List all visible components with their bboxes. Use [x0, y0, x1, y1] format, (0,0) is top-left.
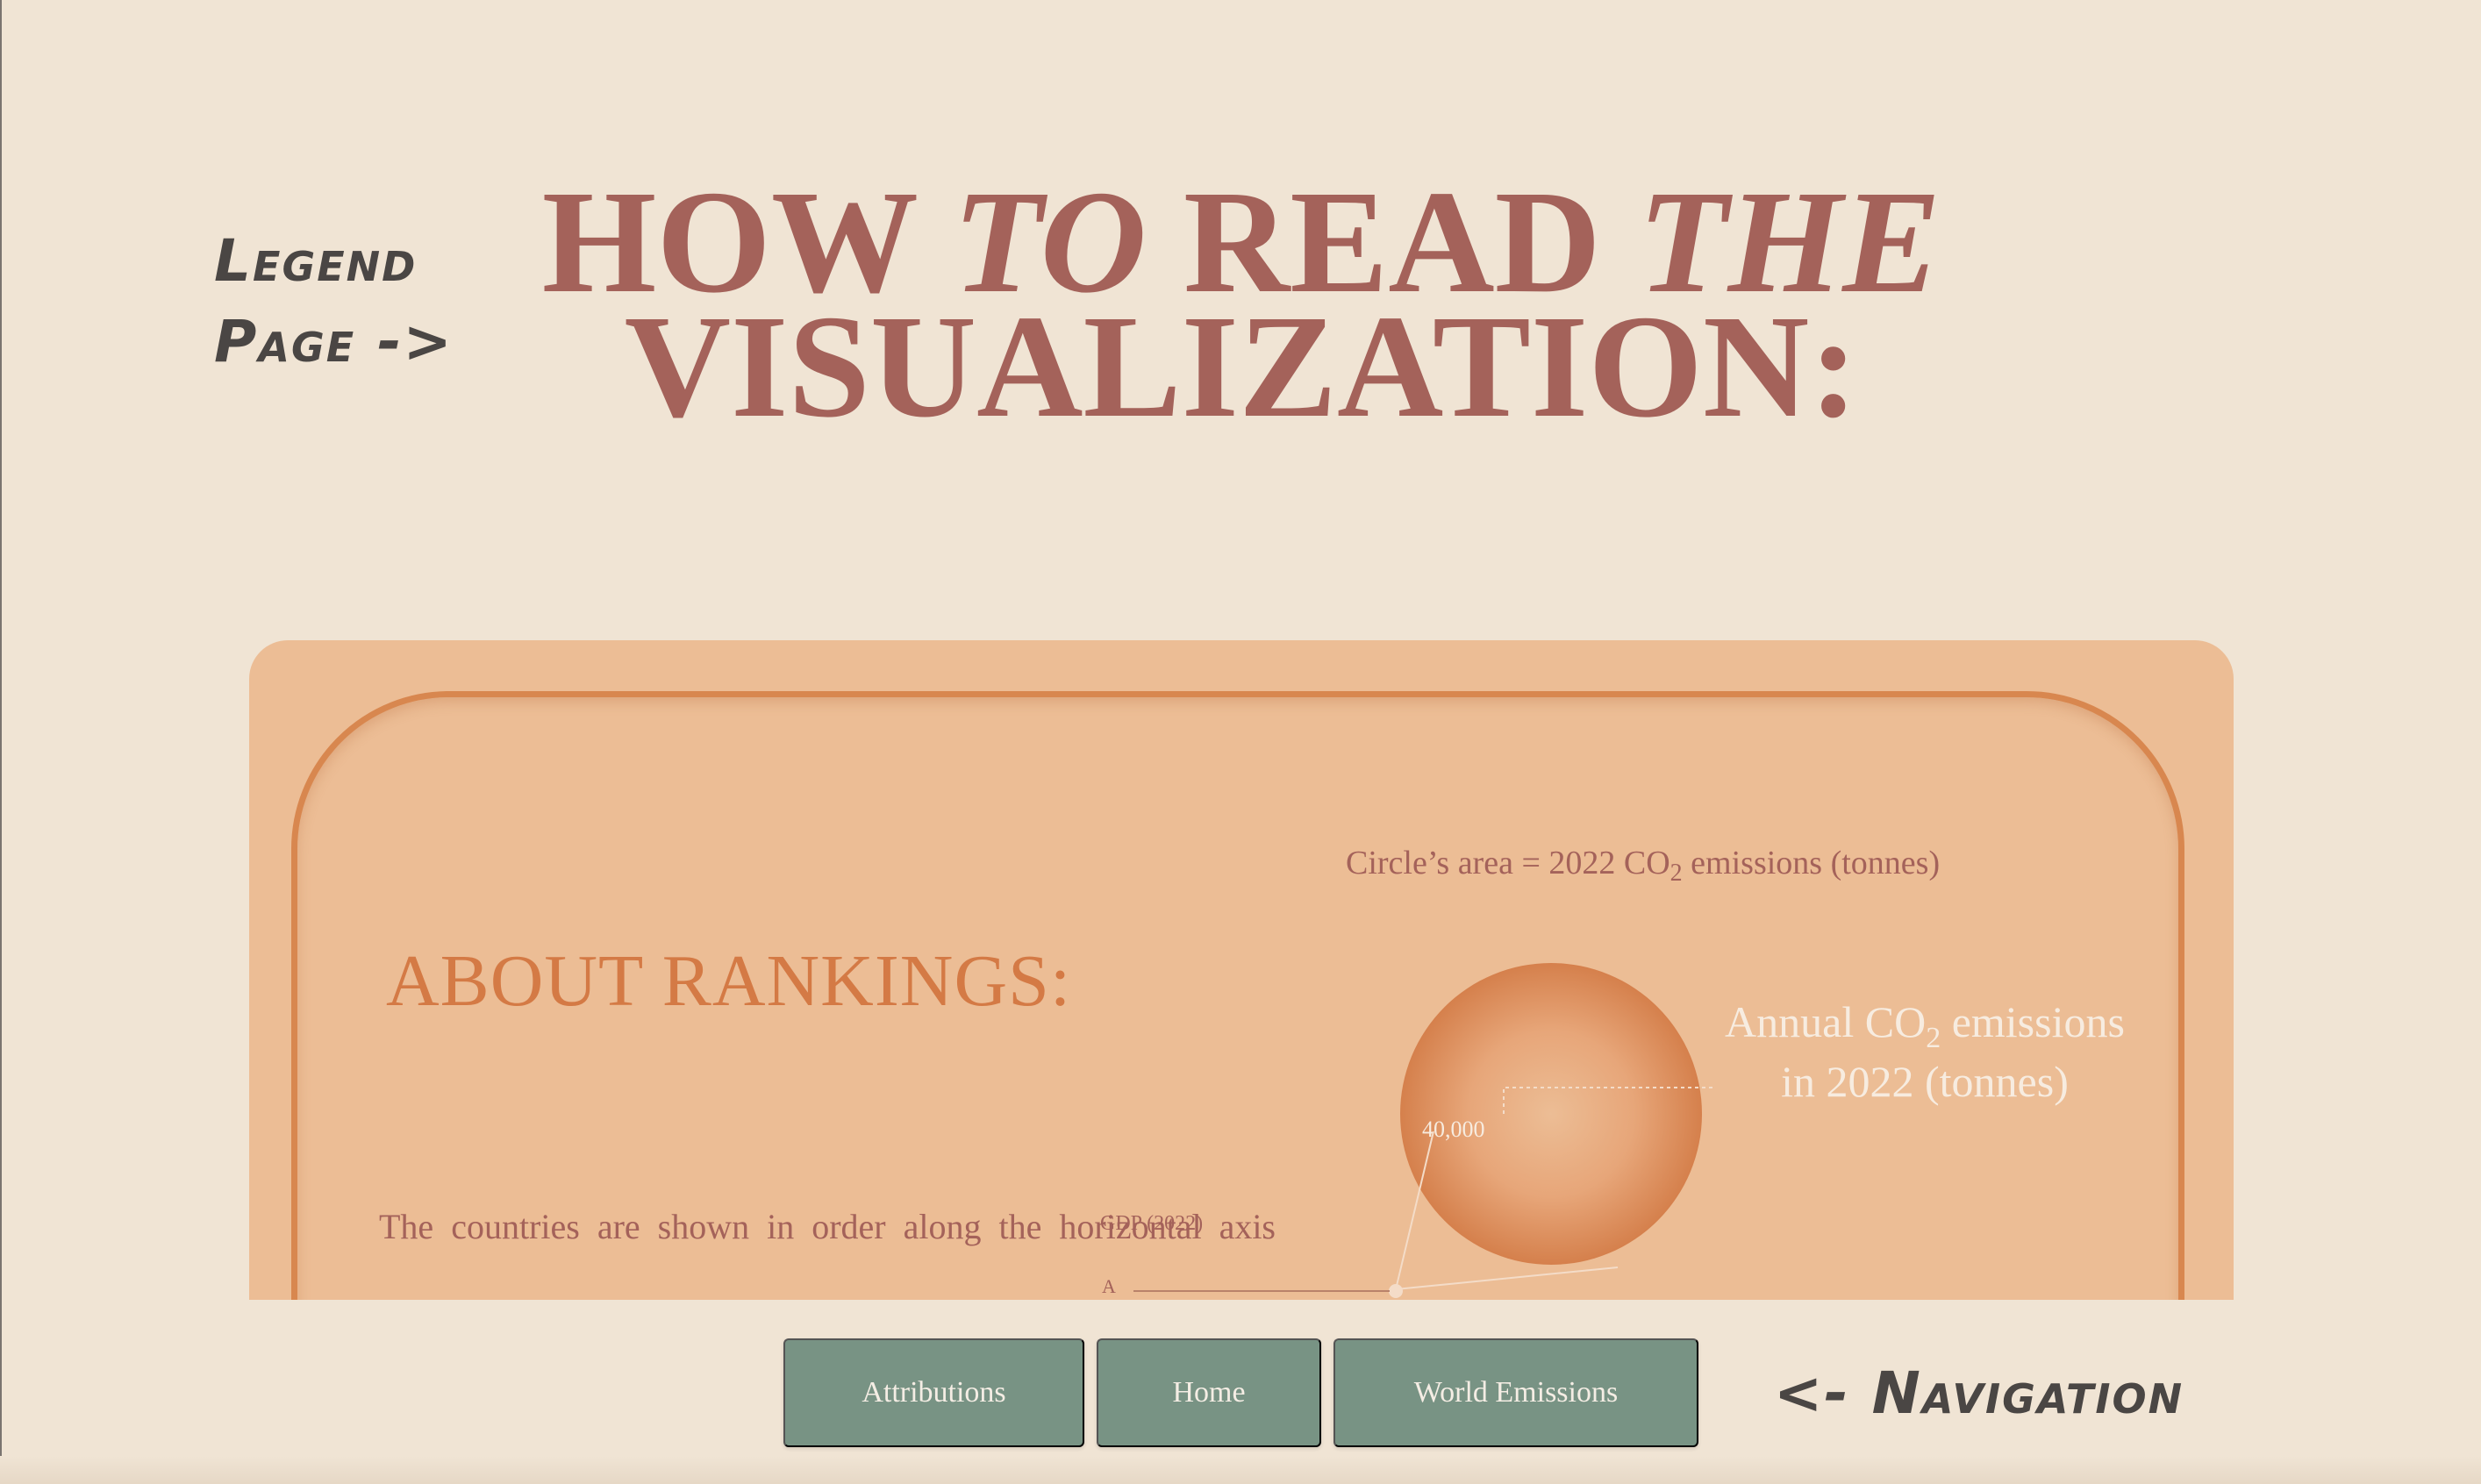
legend-note-line1: Legend	[214, 227, 418, 295]
legend-card[interactable]: ABOUT RANKINGS: The countries are shown …	[249, 640, 2234, 1300]
window-edge	[0, 0, 2, 1484]
annual-label-line2: in 2022 (tonnes)	[1781, 1057, 2069, 1106]
page-title: HOW TO READ THE VISUALIZATION:	[491, 168, 1991, 440]
legend-diagram: Circle’s area = 2022 CO2 emissions (tonn…	[1100, 845, 2125, 1298]
emissions-bubble	[1400, 963, 1702, 1265]
legend-page-note: Legend Page ->	[214, 221, 454, 382]
area-label: Circle’s area = 2022 CO2 emissions (tonn…	[1346, 845, 1940, 887]
bottom-shade	[0, 1456, 2481, 1484]
world-emissions-button[interactable]: World Emissions	[1333, 1338, 1698, 1447]
annual-label-line1: Annual CO2 emissions	[1725, 997, 2125, 1054]
navigation-bar: Attributions Home World Emissions	[783, 1338, 1698, 1447]
legend-note-line2: Page ->	[214, 308, 454, 375]
home-button[interactable]: Home	[1097, 1338, 1321, 1447]
axis-marker: A	[1102, 1275, 1116, 1297]
title-word-visualization: VISUALIZATION:	[624, 285, 1859, 448]
navigation-note: <- Navigation	[1774, 1359, 2184, 1427]
axis-point	[1389, 1284, 1403, 1298]
connector-right	[1395, 1266, 1619, 1290]
gdp-label: GDP (2022)	[1100, 1212, 1203, 1235]
attributions-button[interactable]: Attributions	[783, 1338, 1084, 1447]
